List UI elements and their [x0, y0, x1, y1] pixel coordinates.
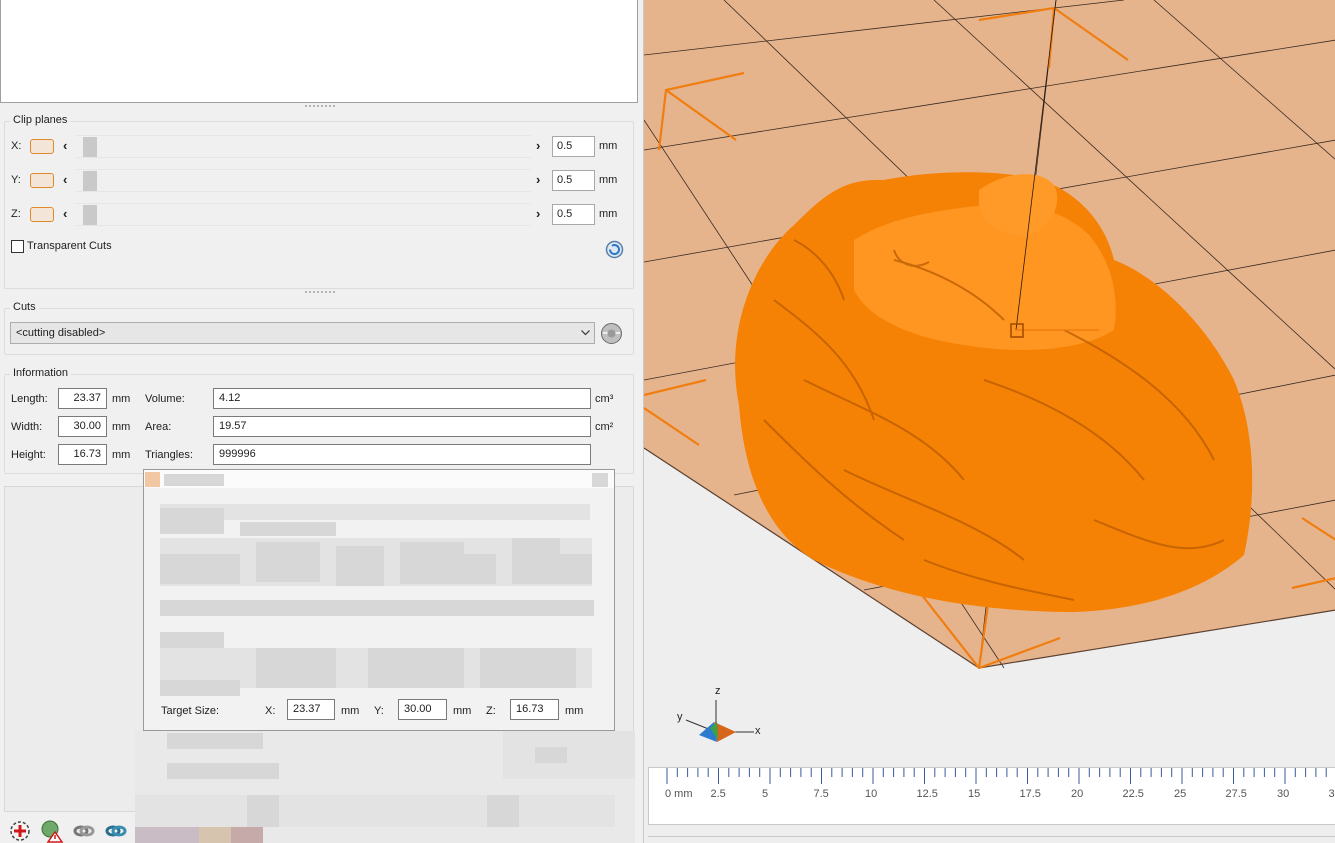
clip-y-left-arrow[interactable]: ‹ [63, 172, 67, 187]
triangles-label: Triangles: [145, 449, 193, 461]
transparent-cuts-label: Transparent Cuts [27, 240, 112, 252]
height-label: Height: [11, 449, 46, 461]
clip-x-slider[interactable] [75, 135, 531, 158]
ruler-tick-label: 20 [1071, 788, 1084, 800]
ruler-tick-label: 10 [865, 788, 878, 800]
build-plate-scene [644, 0, 1335, 742]
ruler-tick-label: 5 [762, 788, 769, 800]
ruler-tick-label: 22.5 [1122, 788, 1144, 800]
length-unit: mm [112, 393, 131, 405]
axis-z-label: z [715, 685, 721, 697]
left-panel: Clip planes X: ‹ › 0.5 mm Y: ‹ › 0.5 mm … [0, 0, 643, 843]
area-value: 19.57 [213, 416, 591, 437]
blurred-region [135, 731, 635, 843]
chevron-down-icon [581, 330, 590, 336]
clip-z-input[interactable]: 0.5 [552, 204, 595, 225]
clip-y-label: Y: [11, 174, 21, 186]
area-label: Area: [145, 421, 172, 433]
ruler-tick-label: 12.5 [916, 788, 938, 800]
target-z-label: Z: [486, 705, 496, 717]
splitter-grip[interactable] [305, 105, 335, 108]
cuts-dropdown-value: <cutting disabled> [16, 327, 106, 339]
clip-x-unit: mm [599, 140, 618, 152]
ruler-tick-label: 30 [1277, 788, 1290, 800]
volume-label: Volume: [145, 393, 185, 405]
clip-y-right-arrow[interactable]: › [536, 172, 540, 187]
cuts-dropdown[interactable]: <cutting disabled> [10, 322, 595, 344]
viewport-status-strip [648, 836, 1335, 843]
clip-row-x: X: ‹ › 0.5 mm [11, 135, 621, 159]
clip-y-toggle[interactable] [30, 173, 54, 188]
reset-clip-icon[interactable] [605, 240, 624, 259]
add-part-icon[interactable] [8, 819, 32, 843]
clip-x-left-arrow[interactable]: ‹ [63, 138, 67, 153]
triangles-value: 999996 [213, 444, 591, 465]
clip-x-input[interactable]: 0.5 [552, 136, 595, 157]
ruler-tick-label: 0 mm [665, 788, 693, 800]
clip-z-right-arrow[interactable]: › [536, 206, 540, 221]
width-value: 30.00 [58, 416, 107, 437]
clip-z-unit: mm [599, 208, 618, 220]
length-label: Length: [11, 393, 48, 405]
information-title: Information [10, 367, 72, 379]
clip-x-label: X: [11, 140, 22, 152]
clip-y-input[interactable]: 0.5 [552, 170, 595, 191]
ruler-tick-label: 25 [1174, 788, 1187, 800]
3d-viewport[interactable]: z y x [643, 0, 1335, 843]
measurement-ruler: 0 mm 2.5 5 7.5 10 12.5 15 17.5 20 22.5 25 27.5 30 32 [648, 767, 1335, 825]
area-unit: cm² [595, 421, 614, 433]
splitter-grip-2[interactable] [305, 291, 335, 294]
height-value: 16.73 [58, 444, 107, 465]
clip-z-label: Z: [11, 208, 21, 220]
volume-unit: cm³ [595, 393, 614, 405]
target-z-unit: mm [565, 705, 584, 717]
clip-z-toggle[interactable] [30, 207, 54, 222]
clip-z-slider[interactable] [75, 203, 531, 226]
clip-row-y: Y: ‹ › 0.5 mm [11, 169, 621, 193]
refresh-link-icon[interactable] [104, 819, 128, 843]
target-y-unit: mm [453, 705, 472, 717]
target-size-label: Target Size: [161, 705, 220, 717]
cut-tool-icon[interactable] [599, 321, 624, 346]
ruler-tick-label: 32 [1328, 788, 1335, 800]
clip-y-unit: mm [599, 174, 618, 186]
link-icon[interactable] [72, 819, 96, 843]
clip-row-z: Z: ‹ › 0.5 mm [11, 203, 621, 227]
clip-planes-title: Clip planes [10, 114, 71, 126]
transparent-cuts-checkbox[interactable] [11, 240, 24, 253]
ruler-tick-label: 7.5 [813, 788, 829, 800]
volume-value: 4.12 [213, 388, 591, 409]
clip-x-toggle[interactable] [30, 139, 54, 154]
width-label: Width: [11, 421, 43, 433]
clip-z-slider-thumb[interactable] [83, 205, 97, 225]
axis-gizmo [685, 700, 754, 742]
clip-y-slider[interactable] [75, 169, 531, 192]
ruler-tick-label: 15 [968, 788, 981, 800]
width-unit: mm [112, 421, 131, 433]
cuts-title: Cuts [10, 301, 39, 313]
target-y-input[interactable]: 30.00 [398, 699, 447, 720]
ruler-tick-label: 2.5 [710, 788, 726, 800]
clip-x-slider-thumb[interactable] [83, 137, 97, 157]
height-unit: mm [112, 449, 131, 461]
clip-x-right-arrow[interactable]: › [536, 138, 540, 153]
clip-z-left-arrow[interactable]: ‹ [63, 206, 67, 221]
target-y-label: Y: [374, 705, 384, 717]
repair-warning-icon[interactable] [40, 819, 64, 843]
axis-y-label: y [677, 711, 683, 723]
target-x-label: X: [265, 705, 276, 717]
ruler-tick-label: 17.5 [1019, 788, 1041, 800]
object-list[interactable] [0, 0, 638, 103]
scale-popup: Target Size: X: 23.37 mm Y: 30.00 mm Z: … [143, 469, 615, 731]
axis-x-label: x [755, 725, 761, 737]
target-x-input[interactable]: 23.37 [287, 699, 335, 720]
target-z-input[interactable]: 16.73 [510, 699, 559, 720]
length-value: 23.37 [58, 388, 107, 409]
target-x-unit: mm [341, 705, 360, 717]
ruler-tick-label: 27.5 [1225, 788, 1247, 800]
clip-y-slider-thumb[interactable] [83, 171, 97, 191]
